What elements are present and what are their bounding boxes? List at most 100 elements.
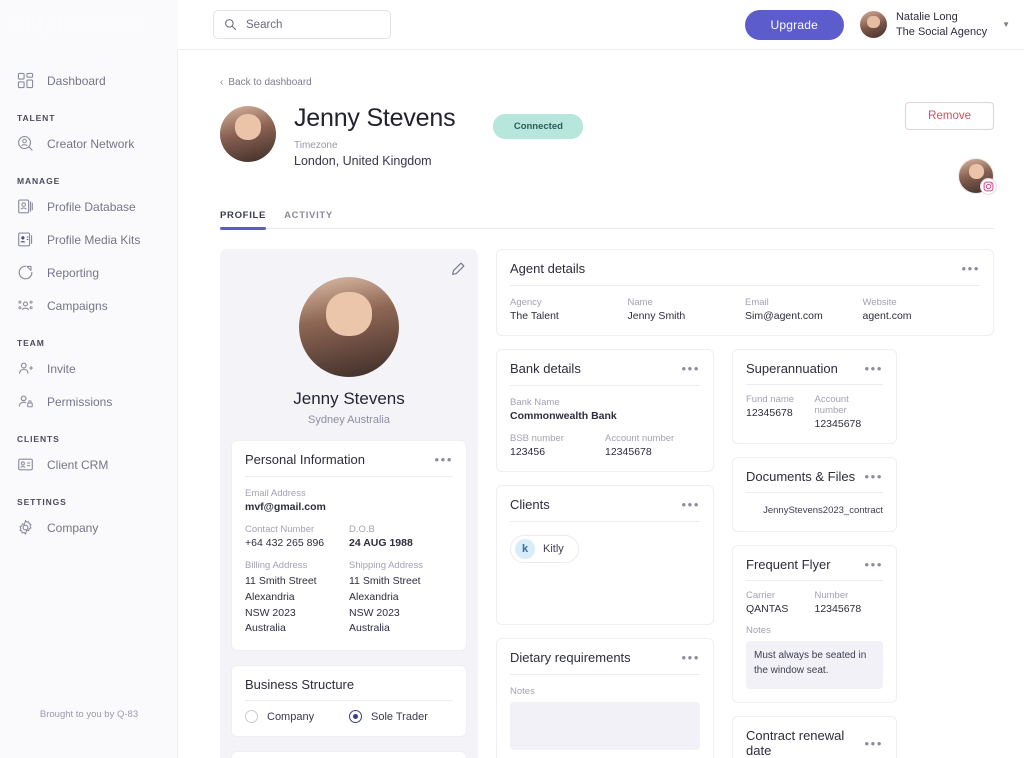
superannuation-card: Superannuation ••• Fund name 12345678 Ac… <box>732 349 897 444</box>
card-header: Agent details ••• <box>510 261 980 276</box>
tab-activity[interactable]: ACTIVITY <box>284 210 333 228</box>
dob-value: 24 AUG 1988 <box>349 537 413 549</box>
instagram-account-badge[interactable] <box>958 158 997 195</box>
agent-website-field-group: Website agent.com <box>863 297 981 322</box>
card-title: Bank details <box>510 361 581 376</box>
sidebar-item-creator-network[interactable]: Creator Network <box>0 127 177 160</box>
flyer-number-field-group: Number 12345678 <box>815 590 884 615</box>
back-to-dashboard-link[interactable]: ‹ Back to dashboard <box>220 77 312 88</box>
card-title: Clients <box>510 497 550 512</box>
radio-option-company[interactable]: Company <box>245 710 349 723</box>
fund-name-field-group: Fund name 12345678 <box>746 394 815 430</box>
more-options-icon[interactable]: ••• <box>865 737 883 750</box>
sidebar-item-campaigns[interactable]: Campaigns <box>0 289 177 322</box>
card-title: Frequent Flyer <box>746 557 831 572</box>
search-input[interactable]: Search <box>213 10 391 39</box>
bank-account-label: Account number <box>605 433 675 444</box>
divider <box>245 700 453 701</box>
tab-profile[interactable]: PROFILE <box>220 210 267 230</box>
profile-tabs: PROFILE ACTIVITY <box>220 210 994 230</box>
billing-address-group: Billing Address 11 Smith Street Alexandr… <box>245 560 349 637</box>
brand-zone: Kitly Business <box>0 0 178 50</box>
sidebar-item-profile-media-kits[interactable]: Profile Media Kits <box>0 223 177 256</box>
bank-name-field-group: Bank Name Commonwealth Bank <box>510 397 700 422</box>
billing-address-label: Billing Address <box>245 560 308 571</box>
sidebar-item-profile-database[interactable]: Profile Database <box>0 190 177 223</box>
dietary-notes-label: Notes <box>510 686 535 697</box>
user-organization: The Social Agency <box>895 25 988 38</box>
radio-icon-selected <box>349 710 362 723</box>
client-initial-avatar: k <box>515 539 535 559</box>
divider <box>746 384 883 385</box>
remove-button[interactable]: Remove <box>905 102 994 130</box>
contact-value: +64 432 265 896 <box>245 537 325 549</box>
sidebar-item-invite[interactable]: Invite <box>0 352 177 385</box>
creator-network-icon <box>18 136 33 151</box>
card-header: Superannuation ••• <box>746 361 883 376</box>
more-options-icon[interactable]: ••• <box>682 362 700 375</box>
list-item[interactable]: JennyStevens2023_contract <box>746 502 883 518</box>
sidebar-item-dashboard[interactable]: Dashboard <box>0 64 177 97</box>
sidebar-item-client-crm[interactable]: Client CRM <box>0 448 177 481</box>
chevron-down-icon[interactable]: ▼ <box>1002 20 1010 29</box>
bank-name-value: Commonwealth Bank <box>510 410 617 422</box>
profile-database-icon <box>18 199 33 214</box>
sidebar-item-label: Dashboard <box>47 73 106 88</box>
divider <box>746 492 883 493</box>
more-options-icon[interactable]: ••• <box>865 558 883 571</box>
sidebar-item-permissions[interactable]: Permissions <box>0 385 177 418</box>
campaigns-icon <box>18 300 33 311</box>
list-item[interactable]: k Kitly <box>510 535 579 563</box>
search-wrapper: Search <box>213 10 391 39</box>
contact-label: Contact Number <box>245 524 315 535</box>
bank-account-field-group: Account number 12345678 <box>605 433 700 458</box>
sidebar-item-reporting[interactable]: Reporting <box>0 256 177 289</box>
flyer-notes-label: Notes <box>746 625 771 636</box>
profile-avatar <box>220 106 276 162</box>
more-options-icon[interactable]: ••• <box>962 262 980 275</box>
carrier-label: Carrier <box>746 590 776 601</box>
carrier-field-group: Carrier QANTAS <box>746 590 815 615</box>
shipping-address-value: 11 Smith Street Alexandria NSW 2023 Aust… <box>349 575 421 635</box>
profile-header: Jenny Stevens Timezone London, United Ki… <box>220 102 997 195</box>
upgrade-button[interactable]: Upgrade <box>744 9 844 40</box>
sidebar-item-label: Creator Network <box>47 136 135 151</box>
dob-label: D.O.B <box>349 524 375 535</box>
app-root: Kitly Business Search Upgrade Natalie Lo… <box>0 0 1024 758</box>
personal-information-card: Personal Information ••• Email Address m… <box>231 440 467 651</box>
file-name: JennyStevens2023_contract <box>763 504 883 516</box>
flyer-number-label: Number <box>814 590 849 601</box>
flyer-notes-value[interactable]: Must always be seated in the window seat… <box>746 641 883 689</box>
permissions-icon <box>18 395 33 408</box>
pencil-icon[interactable] <box>450 261 466 277</box>
more-options-icon[interactable]: ••• <box>682 498 700 511</box>
addresses-row: Billing Address 11 Smith Street Alexandr… <box>245 560 453 637</box>
more-options-icon[interactable]: ••• <box>682 651 700 664</box>
more-options-icon[interactable]: ••• <box>865 470 883 483</box>
divider <box>510 674 700 675</box>
instagram-icon <box>980 178 997 195</box>
back-link-label: Back to dashboard <box>228 77 312 88</box>
app-logo: Kitly Business <box>12 13 141 35</box>
agent-email-value: Sim@agent.com <box>745 310 823 322</box>
sidebar-item-company[interactable]: Company <box>0 511 177 544</box>
card-title: Superannuation <box>746 361 838 376</box>
radio-option-sole-trader[interactable]: Sole Trader <box>349 710 453 723</box>
client-name: Kitly <box>543 543 564 555</box>
profile-photo <box>299 277 399 377</box>
dietary-notes-value[interactable] <box>510 702 700 750</box>
profile-middle-column: Bank details ••• Bank Name Commonwealth … <box>496 349 714 758</box>
card-header: Dietary requirements ••• <box>510 650 700 665</box>
sidebar-section-clients: CLIENTS <box>17 434 60 444</box>
flyer-number-value: 12345678 <box>814 603 862 615</box>
bsb-label: BSB number <box>510 433 564 444</box>
user-menu[interactable]: Natalie Long The Social Agency ▼ <box>859 10 1010 40</box>
clients-list: k Kitly <box>510 533 700 611</box>
card-header: Clients ••• <box>510 497 700 512</box>
bank-details-card: Bank details ••• Bank Name Commonwealth … <box>496 349 714 472</box>
card-header: Business Structure <box>245 677 453 692</box>
more-options-icon[interactable]: ••• <box>865 362 883 375</box>
more-options-icon[interactable]: ••• <box>435 453 453 466</box>
agent-website-value: agent.com <box>862 310 912 322</box>
profile-content: Jenny Stevens Sydney Australia Personal … <box>220 249 994 758</box>
